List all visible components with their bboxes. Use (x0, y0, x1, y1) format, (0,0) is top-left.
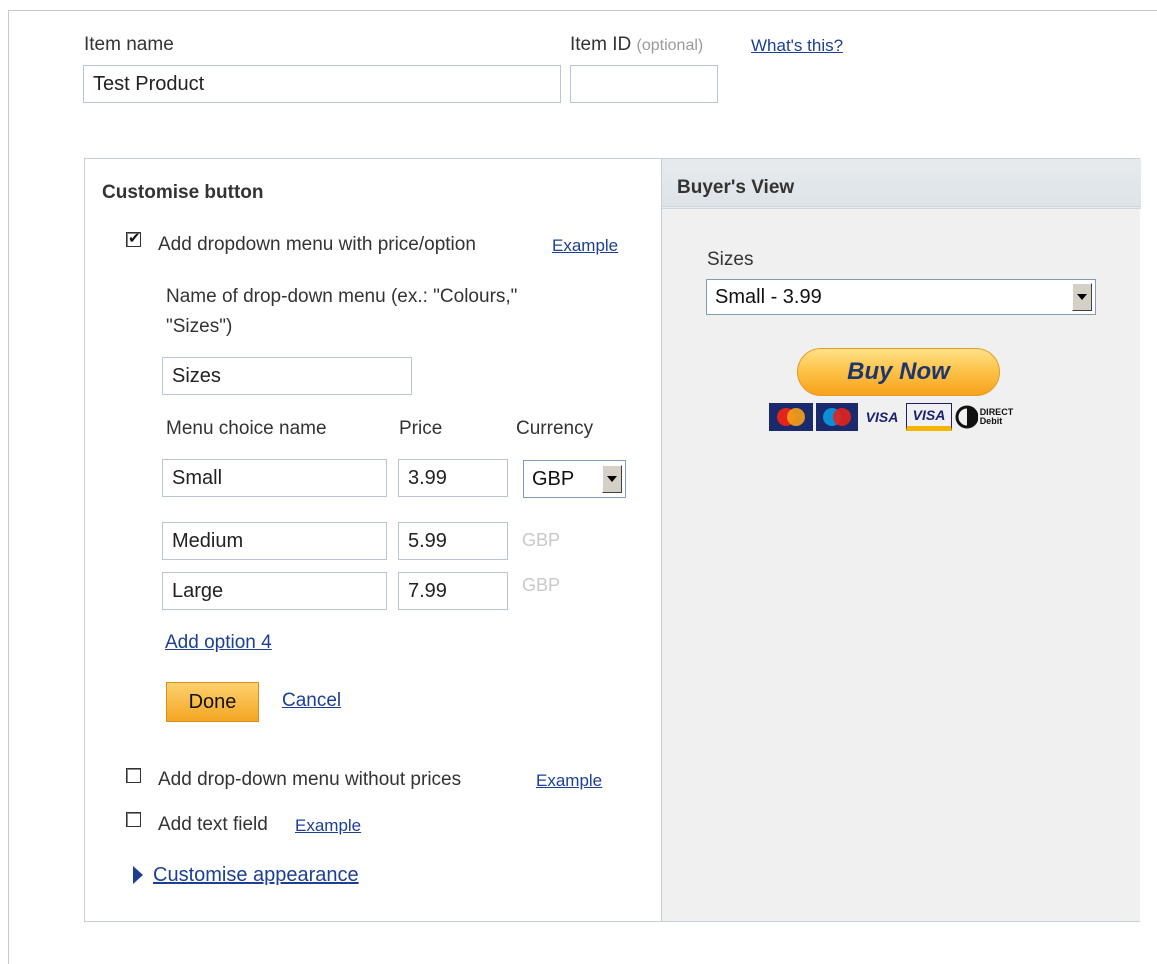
buyers-view-panel: Buyer's View (661, 159, 1141, 921)
option-1-price-input[interactable]: 3.99 (398, 459, 508, 497)
item-id-optional: (optional) (636, 37, 704, 54)
option-3-name-input[interactable]: Large (162, 572, 387, 610)
option-2-name-input[interactable]: Medium (162, 522, 387, 560)
add-option-link[interactable]: Add option 4 (165, 632, 272, 654)
buyer-size-select-value: Small - 3.99 (715, 285, 822, 308)
direct-debit-icon: DIRECT Debit (955, 403, 1035, 431)
menu-name-label-line2: "Sizes") (166, 316, 233, 337)
customise-appearance-link[interactable]: Customise appearance (153, 864, 359, 887)
buyer-dropdown-label: Sizes (707, 249, 754, 270)
whats-this-link[interactable]: What's this? (751, 36, 843, 56)
item-name-label: Item name (84, 34, 174, 55)
buyers-view-header: Buyer's View (662, 159, 1141, 209)
option-2-price-input[interactable]: 5.99 (398, 522, 508, 560)
buyer-size-select[interactable]: Small - 3.99 (706, 279, 1096, 315)
text-field-label: Add text field (158, 814, 268, 835)
maestro-icon (816, 403, 858, 431)
currency-select-value: GBP (532, 467, 575, 490)
mastercard-icon (769, 403, 813, 431)
text-field-example-link[interactable]: Example (295, 816, 361, 836)
done-button[interactable]: Done (166, 682, 259, 722)
item-id-label-text: Item ID (570, 34, 632, 55)
customise-title: Customise button (102, 182, 264, 203)
text-field-checkbox[interactable] (126, 812, 141, 827)
item-id-label: Item ID (optional) (570, 34, 703, 56)
mastercard-logo (777, 408, 805, 426)
currency-select[interactable]: GBP (523, 460, 626, 498)
item-id-input[interactable] (570, 65, 718, 103)
menu-name-label-line1: Name of drop-down menu (ex.: "Colours," (166, 286, 518, 307)
col-choice-header: Menu choice name (166, 418, 327, 439)
chevron-down-icon (602, 465, 622, 493)
option-3-currency: GBP (522, 575, 561, 595)
maestro-logo (823, 408, 851, 426)
chevron-down-icon (1072, 283, 1092, 311)
col-currency-header: Currency (516, 418, 594, 439)
item-name-input[interactable]: Test Product (83, 65, 561, 103)
dropdown-no-price-example-link[interactable]: Example (536, 771, 602, 791)
direct-debit-logo (955, 405, 978, 429)
expand-triangle-icon[interactable] (133, 866, 143, 884)
visa-electron-icon: VISA (906, 403, 952, 431)
dropdown-price-example-link[interactable]: Example (552, 236, 618, 256)
dropdown-price-label: Add dropdown menu with price/option (158, 234, 476, 255)
visa-icon: VISA (865, 409, 899, 425)
menu-name-input[interactable]: Sizes (162, 357, 412, 395)
dropdown-no-price-checkbox[interactable] (126, 768, 141, 783)
cancel-link[interactable]: Cancel (282, 690, 341, 712)
buyers-view-title: Buyer's View (677, 177, 795, 198)
option-1-name-input[interactable]: Small (162, 459, 387, 497)
dropdown-price-checkbox[interactable] (126, 229, 141, 247)
option-3-price-input[interactable]: 7.99 (398, 572, 508, 610)
direct-debit-label: DIRECT Debit (979, 407, 1014, 426)
col-price-header: Price (399, 418, 443, 439)
option-2-currency: GBP (522, 530, 561, 550)
dropdown-no-price-label: Add drop-down menu without prices (158, 769, 462, 790)
buy-now-button[interactable]: Buy Now (797, 348, 1000, 396)
